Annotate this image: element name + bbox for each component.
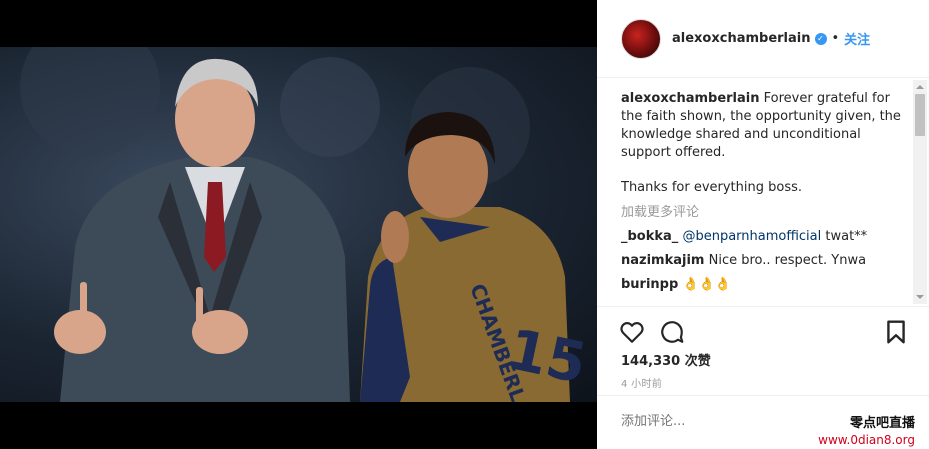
photo-panel: CHAMBERLAIN 15 <box>0 0 597 449</box>
scroll-up-arrow-icon[interactable] <box>916 85 924 89</box>
comment-mention[interactable]: @benparnhamofficial <box>682 229 821 244</box>
post-header: alexoxchamberlain ✓ • 关注 <box>597 0 929 78</box>
comment-item: nazimkajim Nice bro.. respect. Ynwa <box>621 252 911 270</box>
watermark: 零点吧直播 www.0dian8.org <box>818 412 915 447</box>
scroll-thumb[interactable] <box>915 94 925 136</box>
comment-text: Nice bro.. respect. Ynwa <box>708 253 867 268</box>
bookmark-icon[interactable] <box>883 319 909 345</box>
comment-icon[interactable] <box>659 319 685 345</box>
post-actions <box>597 306 929 356</box>
separator-dot: • <box>831 31 840 46</box>
comment-item: _bokka_ @benparnhamofficial twat** <box>621 228 911 246</box>
caption-username[interactable]: alexoxchamberlain <box>621 91 760 106</box>
caption-text-2: Thanks for everything boss. <box>621 180 803 195</box>
comment-item: burinpp 👌👌👌 <box>621 276 911 294</box>
comments-scrollbar[interactable] <box>913 80 927 304</box>
comment-username[interactable]: nazimkajim <box>621 253 704 268</box>
likes-count[interactable]: 144,330 次赞 <box>621 350 711 369</box>
add-comment-input[interactable] <box>621 414 821 429</box>
header-username[interactable]: alexoxchamberlain <box>672 31 811 46</box>
load-more-comments-button[interactable]: 加载更多评论 <box>621 204 911 222</box>
post-timestamp[interactable]: 4 小时前 <box>621 375 662 390</box>
heart-icon[interactable] <box>619 319 645 345</box>
watermark-title: 零点吧直播 <box>849 416 915 431</box>
follow-button[interactable]: 关注 <box>844 29 870 48</box>
comment-username[interactable]: _bokka_ <box>621 229 678 244</box>
scroll-down-arrow-icon[interactable] <box>916 295 924 299</box>
comment-text: 👌👌👌 <box>682 277 731 292</box>
comment-username[interactable]: burinpp <box>621 277 678 292</box>
verified-badge-icon: ✓ <box>814 32 827 45</box>
post-photo[interactable]: CHAMBERLAIN 15 <box>0 47 597 402</box>
avatar[interactable] <box>621 18 661 59</box>
post-side-panel: alexoxchamberlain ✓ • 关注 alexoxchamberla… <box>597 0 929 449</box>
comments-list[interactable]: alexoxchamberlain Forever grateful for t… <box>621 90 911 304</box>
watermark-url: www.0dian8.org <box>818 433 915 447</box>
photo-illustration: CHAMBERLAIN 15 <box>20 47 592 402</box>
caption: alexoxchamberlain Forever grateful for t… <box>621 90 911 162</box>
comment-text: twat** <box>821 229 868 244</box>
